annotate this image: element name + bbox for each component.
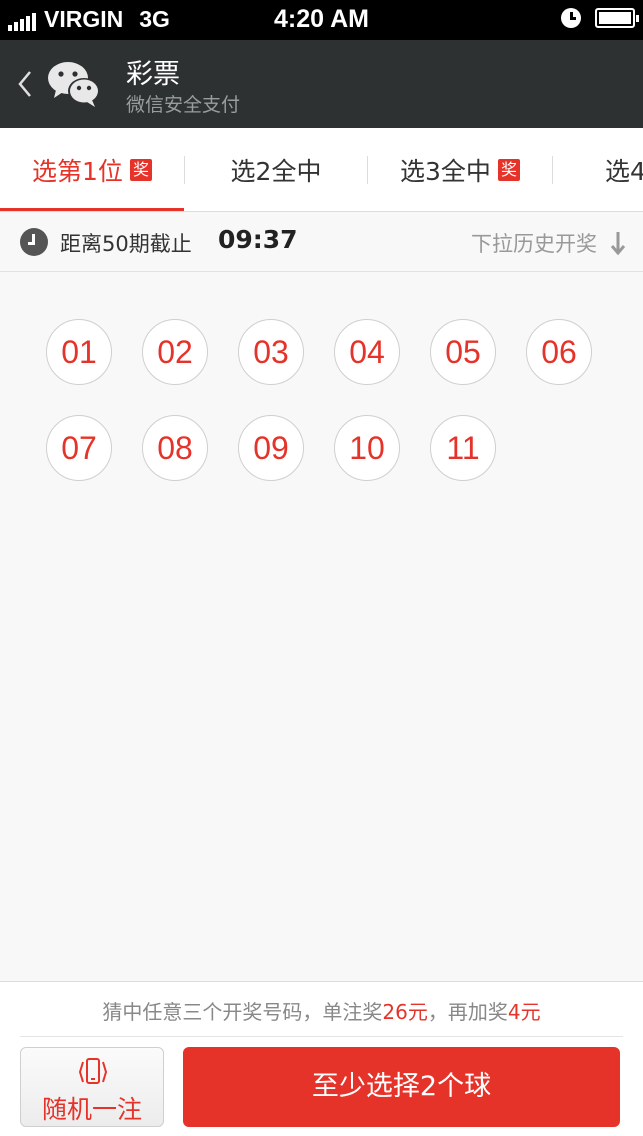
status-right — [561, 8, 639, 28]
tab-pick-four[interactable]: 选4 — [605, 128, 643, 211]
number-ball[interactable]: 04 — [334, 319, 400, 385]
chevron-left-icon — [18, 71, 31, 97]
prize-badge: 奖 — [497, 159, 520, 181]
prize-hint: 猜中任意三个开奖号码，单注奖26元，再加奖4元 — [0, 996, 643, 1025]
random-pick-label: 随机一注 — [41, 1095, 142, 1124]
phone-shake-icon — [78, 1058, 108, 1084]
tab-label: 选2全中 — [230, 157, 322, 186]
random-pick-button[interactable]: 随机一注 — [20, 1047, 164, 1127]
tab-pick-two[interactable]: 选2全中 — [185, 128, 367, 211]
number-ball[interactable]: 11 — [430, 415, 496, 481]
number-ball[interactable]: 08 — [142, 415, 208, 481]
bottom-action-bar: 猜中任意三个开奖号码，单注奖26元，再加奖4元 随机一注 至少选择2个球 — [0, 981, 643, 1136]
number-ball[interactable]: 09 — [238, 415, 304, 481]
tab-pick-first[interactable]: 选第1位 奖 — [0, 128, 184, 211]
clock-icon — [20, 228, 48, 256]
footer-divider — [20, 1036, 623, 1037]
prize-amount: 26元 — [382, 1000, 428, 1024]
alarm-icon — [561, 8, 581, 28]
number-ball[interactable]: 10 — [334, 415, 400, 481]
countdown-timer: 09:37 — [218, 225, 298, 254]
tab-pick-three[interactable]: 选3全中 奖 — [368, 128, 552, 211]
tab-label: 选第1位 — [32, 157, 123, 186]
battery-icon — [595, 8, 639, 28]
tab-label: 选4 — [605, 157, 643, 186]
wechat-icon — [48, 62, 100, 107]
status-bar: VIRGIN 3G 4:20 AM — [0, 0, 643, 40]
tab-divider — [552, 156, 553, 184]
status-time: 4:20 AM — [274, 5, 369, 33]
bonus-amount: 4元 — [507, 1000, 541, 1024]
number-ball[interactable]: 07 — [46, 415, 112, 481]
page-subtitle: 微信安全支付 — [126, 94, 241, 116]
number-ball[interactable]: 03 — [238, 319, 304, 385]
number-ball[interactable]: 02 — [142, 319, 208, 385]
prize-badge: 奖 — [129, 159, 152, 181]
arrow-down-icon — [611, 232, 625, 256]
submit-button[interactable]: 至少选择2个球 — [183, 1047, 620, 1127]
number-ball[interactable]: 01 — [46, 319, 112, 385]
tab-label: 选3全中 — [400, 157, 491, 186]
deadline-label: 距离50期截止 — [60, 232, 192, 256]
deadline-bar: 距离50期截止 09:37 下拉历史开奖 — [0, 212, 643, 272]
history-draws-link[interactable]: 下拉历史开奖 — [471, 228, 597, 258]
number-ball[interactable]: 05 — [430, 319, 496, 385]
tab-bar: 选第1位 奖 选2全中 选3全中 奖 选4 — [0, 128, 643, 212]
number-ball[interactable]: 06 — [526, 319, 592, 385]
hint-text: 猜中任意三个开奖号码，单注奖 — [102, 1000, 383, 1024]
back-button[interactable] — [10, 64, 40, 104]
page-title: 彩票 — [126, 59, 180, 90]
nav-header: 彩票 微信安全支付 — [0, 40, 643, 128]
hint-text: ，再加奖 — [427, 1000, 508, 1024]
